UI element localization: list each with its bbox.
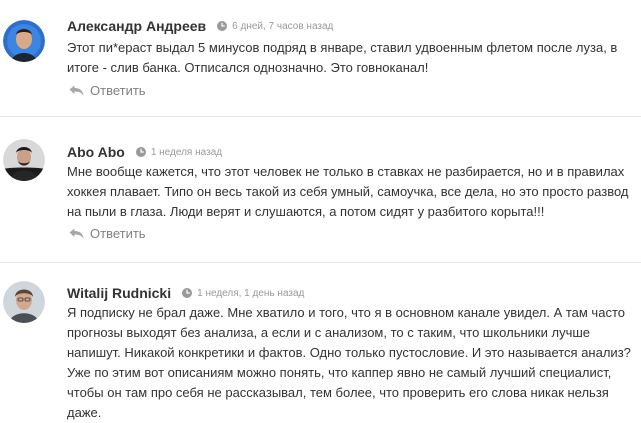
avatar[interactable] bbox=[3, 20, 45, 62]
reply-label: Ответить bbox=[90, 82, 146, 98]
reply-label: Ответить bbox=[90, 225, 146, 241]
clock-icon bbox=[217, 21, 228, 31]
comment-text: Этот пи*ераст выдал 5 минусов подряд в я… bbox=[67, 40, 618, 75]
comment-text: Мне вообще кажется, что этот человек не … bbox=[67, 164, 629, 219]
avatar-photo-icon bbox=[3, 281, 45, 323]
comment-header: Abo Abo 1 неделя назад bbox=[67, 142, 222, 162]
avatar[interactable] bbox=[3, 281, 45, 323]
author-name[interactable]: Александр Андреев bbox=[67, 18, 206, 34]
avatar-photo-icon bbox=[3, 20, 45, 62]
reply-arrow-icon bbox=[69, 85, 84, 96]
comment-time: 1 неделя назад bbox=[150, 146, 223, 158]
divider bbox=[0, 116, 641, 117]
avatar[interactable] bbox=[3, 139, 45, 181]
comment-time: 1 неделя, 1 день назад bbox=[197, 287, 305, 299]
reply-arrow-icon bbox=[69, 228, 84, 239]
comment-time: 6 дней, 7 часов назад bbox=[232, 20, 334, 32]
avatar-photo-icon bbox=[3, 139, 45, 181]
reply-button[interactable]: Ответить bbox=[69, 225, 146, 241]
comment-text: Я подписку не брал даже. Мне хватило и т… bbox=[67, 305, 631, 420]
reply-button[interactable]: Ответить bbox=[69, 82, 146, 98]
clock-icon bbox=[182, 288, 193, 298]
author-name[interactable]: Abo Abo bbox=[67, 144, 125, 160]
divider bbox=[0, 262, 641, 263]
comment-header: Александр Андреев 6 дней, 7 часов назад bbox=[67, 16, 333, 36]
clock-icon bbox=[135, 147, 146, 157]
comment-header: Witalij Rudnicki 1 неделя, 1 день назад bbox=[67, 283, 304, 303]
author-name[interactable]: Witalij Rudnicki bbox=[67, 285, 171, 301]
